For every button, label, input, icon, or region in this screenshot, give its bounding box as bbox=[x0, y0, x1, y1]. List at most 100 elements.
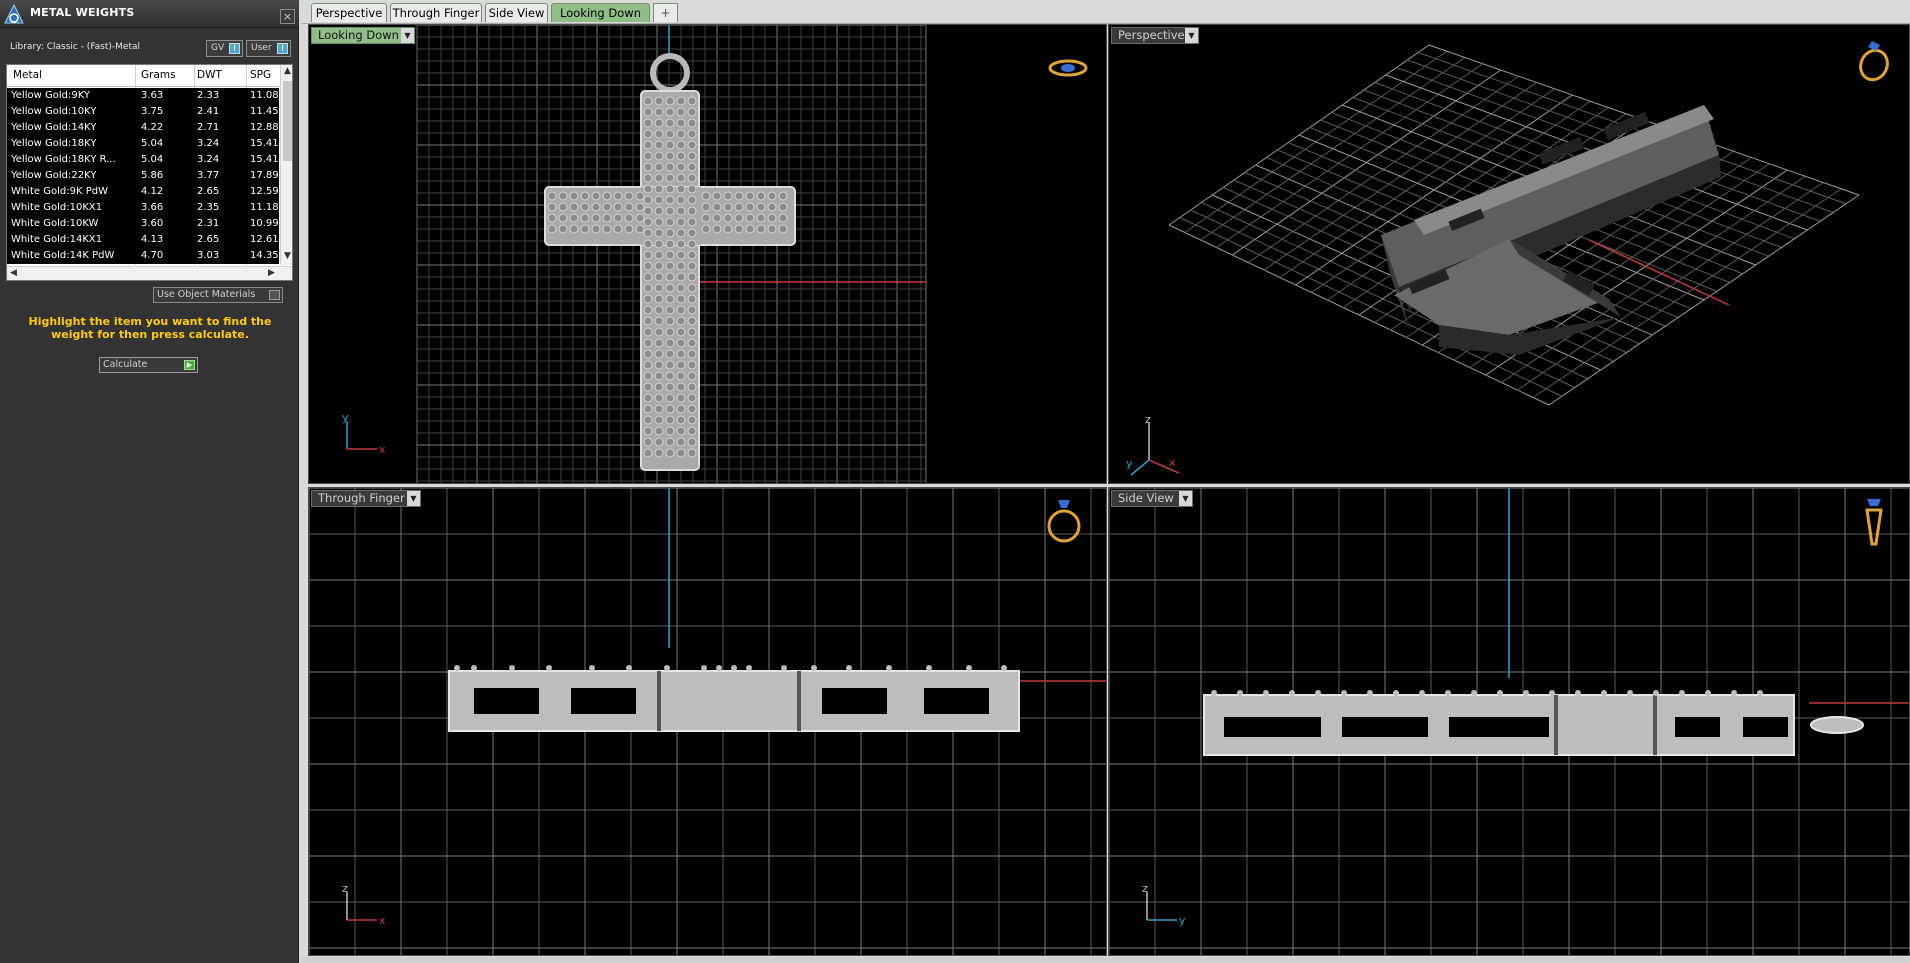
play-icon: ▶ bbox=[184, 360, 195, 370]
gv-label: GV bbox=[211, 43, 225, 53]
cell-grams: 5.86 bbox=[141, 170, 164, 181]
svg-text:z: z bbox=[1145, 413, 1151, 426]
view-tab-bar: Perspective Through Finger Side View Loo… bbox=[301, 0, 1910, 24]
cell-spg: 12.59 bbox=[250, 186, 279, 197]
column-header-dwt[interactable]: DWT bbox=[197, 69, 222, 81]
cell-grams: 4.70 bbox=[141, 250, 164, 261]
tab-looking-down[interactable]: Looking Down bbox=[551, 3, 650, 22]
ring-side-view-icon[interactable] bbox=[1859, 496, 1889, 548]
viewport-label-side-view[interactable]: Side View ▼ bbox=[1111, 490, 1193, 507]
viewport-side-view[interactable]: z y Side View ▼ bbox=[1108, 487, 1910, 956]
cell-grams: 5.04 bbox=[141, 138, 164, 149]
scroll-left-icon[interactable]: ◀ bbox=[7, 268, 20, 278]
cell-dwt: 3.24 bbox=[197, 138, 220, 149]
column-header-metal[interactable]: Metal bbox=[13, 69, 42, 81]
chevron-down-icon[interactable]: ▼ bbox=[1185, 28, 1198, 43]
scroll-right-icon[interactable]: ▶ bbox=[265, 268, 278, 278]
table-row[interactable]: Yellow Gold:22KY 5.86 3.77 17.89 bbox=[7, 168, 279, 184]
side-view-scene: z y bbox=[1109, 488, 1909, 955]
cell-grams: 3.66 bbox=[141, 202, 164, 213]
app-window: METAL WEIGHTS × Library: Classic - (Fast… bbox=[0, 0, 1910, 963]
table-row[interactable]: White Gold:10KW 3.60 2.31 10.99 bbox=[7, 216, 279, 232]
cross-pendant-3d bbox=[1381, 105, 1721, 355]
perspective-scene: z x y bbox=[1126, 44, 1860, 476]
cell-metal: White Gold:10KW bbox=[11, 218, 99, 229]
horizontal-scrollbar[interactable]: ◀ ▶ bbox=[7, 266, 292, 280]
use-object-materials-label: Use Object Materials bbox=[157, 289, 256, 300]
gv-toggle[interactable]: GV I bbox=[206, 40, 243, 57]
scroll-down-icon[interactable]: ▼ bbox=[281, 251, 292, 261]
cell-spg: 11.08 bbox=[250, 90, 279, 101]
status-strip bbox=[301, 957, 1910, 963]
table-row[interactable]: White Gold:9K PdW 4.12 2.65 12.59 bbox=[7, 184, 279, 200]
tab-perspective[interactable]: Perspective bbox=[311, 3, 387, 22]
cell-spg: 12.88 bbox=[250, 122, 279, 133]
cell-spg: 15.41 bbox=[250, 154, 279, 165]
table-row[interactable]: Yellow Gold:18KY R... 5.04 3.24 15.41 bbox=[7, 152, 279, 168]
axis-indicator: y x bbox=[342, 411, 386, 456]
panel-title: METAL WEIGHTS bbox=[30, 6, 135, 19]
cell-metal: Yellow Gold:10KY bbox=[11, 106, 97, 117]
checkbox-icon bbox=[269, 290, 280, 300]
chevron-down-icon[interactable]: ▼ bbox=[1179, 491, 1192, 506]
cell-grams: 4.13 bbox=[141, 234, 164, 245]
ring-front-view-icon[interactable] bbox=[1044, 496, 1084, 544]
axis-indicator: z x y bbox=[1126, 413, 1180, 476]
cell-metal: White Gold:14KX1 bbox=[11, 234, 103, 245]
svg-text:z: z bbox=[1142, 882, 1148, 895]
scroll-up-icon[interactable]: ▲ bbox=[281, 66, 292, 76]
tab-through-finger[interactable]: Through Finger bbox=[390, 3, 482, 22]
ring-top-view-icon[interactable] bbox=[1047, 55, 1089, 81]
cell-dwt: 2.33 bbox=[197, 90, 220, 101]
table-row[interactable]: Yellow Gold:10KY 3.75 2.41 11.45 bbox=[7, 104, 279, 120]
viewport-looking-down[interactable]: y x Looking Down ▼ bbox=[308, 24, 1107, 484]
cell-metal: White Gold:9K PdW bbox=[11, 186, 108, 197]
tab-side-view[interactable]: Side View bbox=[485, 3, 548, 22]
viewport-label-through-finger[interactable]: Through Finger ▼ bbox=[311, 490, 421, 507]
table-row[interactable]: White Gold:14KX1 4.13 2.65 12.61 bbox=[7, 232, 279, 248]
add-tab-icon[interactable]: + bbox=[653, 3, 678, 22]
viewport-perspective[interactable]: z x y Perspective ▼ bbox=[1108, 24, 1910, 484]
column-header-grams[interactable]: Grams bbox=[141, 69, 176, 81]
scroll-thumb[interactable] bbox=[283, 81, 292, 161]
cross-pendant-side bbox=[1203, 690, 1864, 756]
cell-spg: 11.45 bbox=[250, 106, 279, 117]
chevron-down-icon[interactable]: ▼ bbox=[401, 28, 414, 43]
cell-metal: Yellow Gold:22KY bbox=[11, 170, 97, 181]
svg-text:z: z bbox=[342, 882, 348, 895]
use-object-materials-toggle[interactable]: Use Object Materials bbox=[153, 287, 283, 303]
viewport-title: Perspective bbox=[1118, 28, 1185, 42]
calculate-button[interactable]: Calculate ▶ bbox=[99, 357, 198, 373]
table-row[interactable]: Yellow Gold:9KY 3.63 2.33 11.08 bbox=[7, 88, 279, 104]
cross-pendant-front bbox=[448, 665, 1020, 732]
cell-grams: 3.60 bbox=[141, 218, 164, 229]
viewport-through-finger[interactable]: z x Through Finger ▼ bbox=[308, 487, 1107, 956]
close-icon[interactable]: × bbox=[280, 9, 295, 24]
metal-weights-logo-icon bbox=[4, 3, 24, 24]
viewport-title: Looking Down bbox=[318, 28, 399, 42]
svg-text:x: x bbox=[379, 914, 386, 927]
column-header-spg[interactable]: SPG bbox=[250, 69, 271, 81]
table-row[interactable]: White Gold:10KX1 3.66 2.35 11.18 bbox=[7, 200, 279, 216]
ring-perspective-icon[interactable] bbox=[1854, 35, 1894, 85]
instruction-text: Highlight the item you want to find the … bbox=[28, 315, 272, 341]
cell-metal: White Gold:10KX1 bbox=[11, 202, 103, 213]
cell-grams: 3.75 bbox=[141, 106, 164, 117]
chevron-down-icon[interactable]: ▼ bbox=[407, 491, 420, 506]
cell-dwt: 2.41 bbox=[197, 106, 220, 117]
axis-indicator: z x bbox=[342, 882, 386, 927]
looking-down-scene: y x bbox=[342, 25, 927, 483]
cell-dwt: 2.65 bbox=[197, 186, 220, 197]
table-row[interactable]: White Gold:14K PdW 4.70 3.03 14.35 bbox=[7, 248, 279, 264]
vertical-scrollbar[interactable]: ▲ ▼ bbox=[280, 65, 292, 265]
table-row[interactable]: Yellow Gold:18KY 5.04 3.24 15.41 bbox=[7, 136, 279, 152]
svg-text:x: x bbox=[379, 443, 386, 456]
cell-spg: 12.61 bbox=[250, 234, 279, 245]
viewport-label-looking-down[interactable]: Looking Down ▼ bbox=[311, 27, 415, 44]
cell-spg: 15.41 bbox=[250, 138, 279, 149]
user-toggle[interactable]: User I bbox=[246, 40, 291, 57]
viewport-label-perspective[interactable]: Perspective ▼ bbox=[1111, 27, 1199, 44]
cell-spg: 11.18 bbox=[250, 202, 279, 213]
table-row[interactable]: Yellow Gold:14KY 4.22 2.71 12.88 bbox=[7, 120, 279, 136]
library-label: Library: Classic - (Fast)-Metal bbox=[10, 42, 141, 52]
